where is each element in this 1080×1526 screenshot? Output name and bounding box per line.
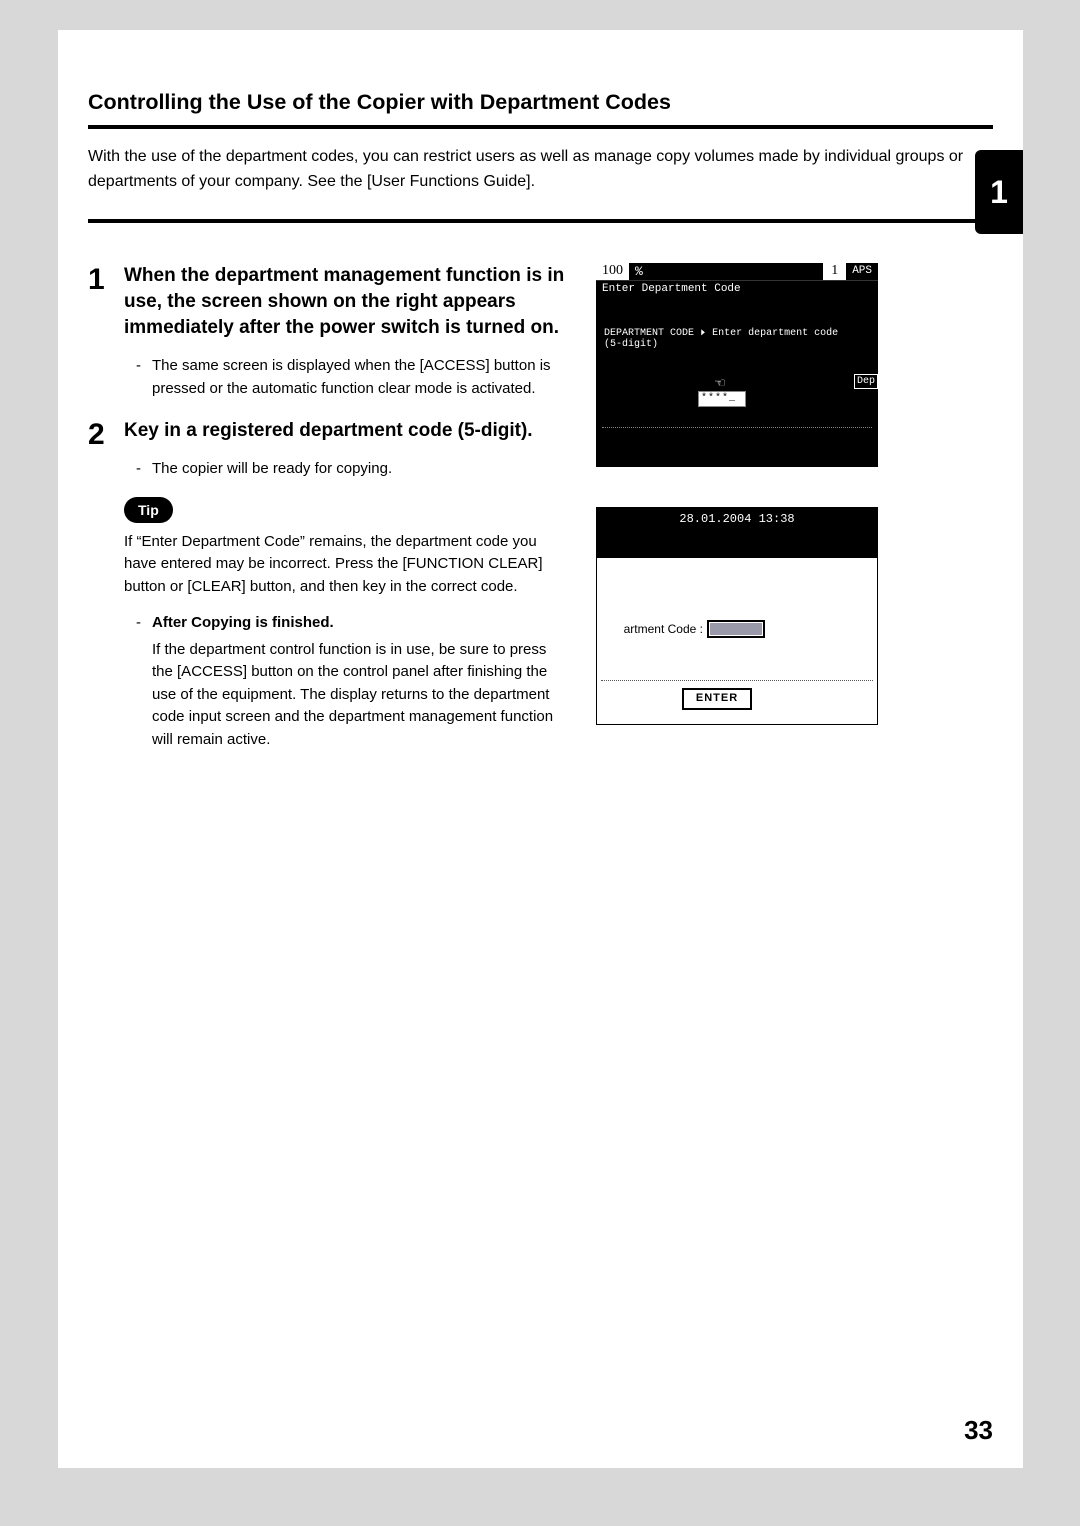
tip-text: If “Enter Department Code” remains, the … bbox=[124, 531, 568, 599]
dept-code-textbox[interactable] bbox=[707, 620, 765, 638]
copier-screen-dept-code: 100 % 1 APS Enter Department Code DEPART… bbox=[596, 263, 878, 467]
enter-button[interactable]: ENTER bbox=[682, 688, 752, 710]
tip-badge: Tip bbox=[124, 497, 173, 523]
manual-page: 1 Controlling the Use of the Copier with… bbox=[58, 30, 1023, 1468]
aps-indicator: APS bbox=[846, 265, 878, 277]
step-2: 2 Key in a registered department code (5… bbox=[88, 418, 568, 757]
dept-code-input[interactable]: ****_ bbox=[698, 391, 746, 407]
bullet-text: The copier will be ready for copying. bbox=[152, 458, 568, 481]
step-number: 2 bbox=[88, 418, 124, 757]
dept-code-field-label: artment Code : bbox=[596, 622, 703, 636]
page-number: 33 bbox=[964, 1415, 993, 1446]
steps-column: 1 When the department management functio… bbox=[88, 263, 568, 770]
screen-datetime: 28.01.2004 13:38 bbox=[597, 508, 877, 558]
step-heading: Key in a registered department code (5-d… bbox=[124, 418, 568, 444]
divider-line bbox=[601, 680, 873, 681]
arrow-icon: ▶ bbox=[701, 327, 705, 339]
percent-indicator: % bbox=[629, 264, 649, 279]
zoom-value: 100 bbox=[596, 262, 629, 280]
copier-screen-enter: 28.01.2004 13:38 artment Code : ENTER bbox=[596, 507, 878, 725]
after-copying-text: If the department control function is in… bbox=[152, 639, 568, 752]
step-heading: When the department management function … bbox=[124, 263, 568, 342]
screenshots-column: 100 % 1 APS Enter Department Code DEPART… bbox=[596, 263, 896, 770]
after-copying-block: - After Copying is finished. If the depa… bbox=[124, 612, 568, 751]
screen-prompt: Enter Department Code bbox=[596, 281, 878, 297]
copy-count: 1 bbox=[823, 262, 846, 280]
intro-paragraph: With the use of the department codes, yo… bbox=[88, 145, 993, 223]
step-number: 1 bbox=[88, 263, 124, 407]
after-copying-heading: After Copying is finished. bbox=[152, 612, 568, 635]
divider-line bbox=[602, 427, 872, 428]
step-1: 1 When the department management functio… bbox=[88, 263, 568, 407]
dep-button[interactable]: Dep bbox=[854, 374, 878, 389]
step-bullet: - The same screen is displayed when the … bbox=[124, 355, 568, 400]
chapter-tab: 1 bbox=[975, 150, 1023, 234]
two-column-layout: 1 When the department management functio… bbox=[88, 263, 993, 770]
bullet-text: The same screen is displayed when the [A… bbox=[152, 355, 568, 400]
step-bullet: - The copier will be ready for copying. bbox=[124, 458, 568, 481]
section-title: Controlling the Use of the Copier with D… bbox=[88, 90, 993, 129]
screen-instruction: DEPARTMENT CODE ▶ Enter department code … bbox=[596, 297, 878, 358]
content-area: Controlling the Use of the Copier with D… bbox=[58, 30, 1023, 769]
hand-pointer-icon: ☜ bbox=[702, 373, 738, 391]
